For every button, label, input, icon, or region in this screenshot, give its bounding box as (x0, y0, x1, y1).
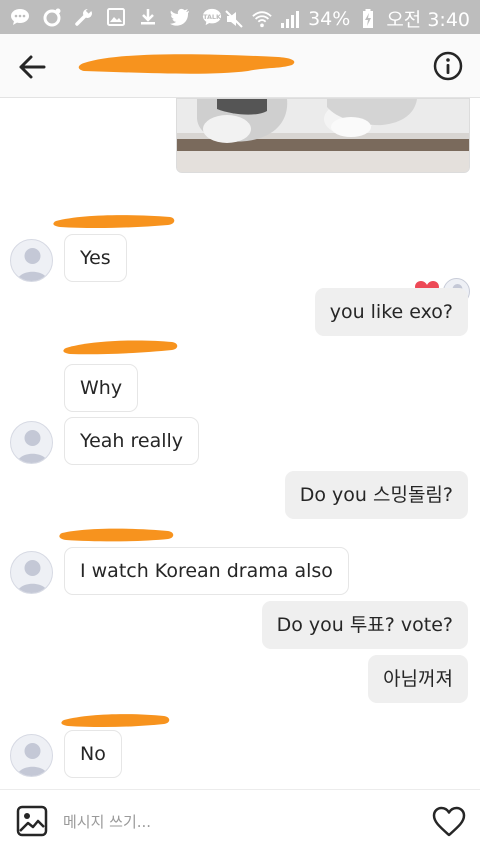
redacted-sender-name (61, 714, 170, 728)
chat-header (0, 34, 480, 98)
incoming-message[interactable]: I watch Korean drama also (64, 547, 349, 595)
info-button[interactable] (433, 51, 463, 81)
redacted-sender-name (59, 528, 174, 542)
gallery-button[interactable] (16, 805, 48, 837)
mute-icon (224, 9, 244, 29)
redacted-username (78, 54, 295, 74)
outgoing-message[interactable]: Do you 투표? vote? (261, 601, 468, 649)
info-icon (433, 51, 463, 81)
signal-icon (280, 9, 300, 29)
system-indicators: 34% 오전 3:40 (224, 5, 470, 32)
incoming-message[interactable]: Why (64, 364, 139, 412)
notification-icons: TALK (10, 7, 222, 27)
outgoing-message[interactable]: you like exo? (314, 288, 468, 336)
message-composer (0, 789, 480, 853)
default-avatar-icon (16, 248, 49, 281)
default-avatar-icon (16, 430, 49, 463)
wrench-icon (74, 7, 94, 27)
like-button[interactable] (432, 806, 466, 838)
avatar[interactable] (10, 421, 53, 464)
incoming-message[interactable]: Yeah really (64, 417, 200, 465)
outgoing-message[interactable]: Do you 스밍돌림? (284, 471, 468, 519)
avatar[interactable] (10, 734, 53, 777)
avatar[interactable] (10, 551, 53, 594)
status-bar: TALK 34% 오전 3:40 (0, 0, 480, 34)
avatar[interactable] (10, 239, 53, 282)
clock: 오전 3:40 (386, 9, 470, 31)
image-icon (16, 805, 48, 837)
svg-text:TALK: TALK (203, 14, 222, 21)
heart-icon (432, 806, 466, 837)
battery-level: 34% (308, 7, 351, 30)
default-avatar-icon (16, 560, 49, 593)
arrow-left-icon (19, 55, 46, 79)
camera-icon (42, 7, 62, 27)
download-icon (138, 7, 158, 27)
cat-photo (177, 99, 469, 172)
image-icon (106, 7, 126, 27)
redacted-sender-name (63, 340, 178, 355)
incoming-message[interactable]: Yes (64, 234, 127, 282)
message-icon (10, 7, 30, 27)
battery-charging-icon (358, 8, 378, 29)
outgoing-message[interactable]: 아님꺼져 (368, 655, 468, 703)
back-button[interactable] (18, 54, 46, 80)
incoming-message[interactable]: No (64, 730, 122, 778)
shared-photo-message[interactable] (176, 98, 470, 173)
message-input[interactable] (63, 808, 403, 836)
redacted-sender-name (53, 215, 175, 229)
default-avatar-icon (16, 743, 49, 776)
message-list[interactable]: Yes you like exo? Why Yeah really Do you… (0, 98, 480, 789)
twitter-icon (170, 7, 190, 27)
wifi-icon (252, 9, 272, 29)
kakaotalk-icon: TALK (202, 7, 222, 27)
